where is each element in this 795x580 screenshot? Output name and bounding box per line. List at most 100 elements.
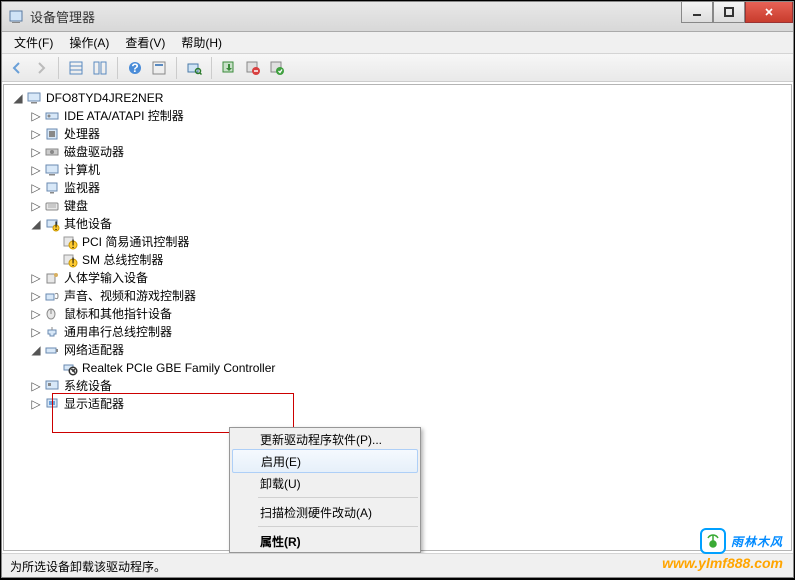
menu-help[interactable]: 帮助(H) [173,32,230,53]
context-menu-properties[interactable]: 属性(R) [230,530,420,552]
collapse-icon[interactable]: ◢ [12,92,24,104]
spacer [48,254,60,266]
tree-item-label: 声音、视频和游戏控制器 [64,287,196,305]
context-menu-update[interactable]: 更新驱动程序软件(P)... [230,428,420,450]
update-driver-button[interactable] [218,57,240,79]
tree-item[interactable]: ! SM 总线控制器 [12,251,791,269]
menu-label: 卸载(U) [260,475,301,492]
tree-item-label: 系统设备 [64,377,112,395]
toolbar-separator [117,57,118,79]
tree-item[interactable]: ▷人体学输入设备 [12,269,791,287]
uninstall-button[interactable] [242,57,264,79]
warning-device-icon: ! [62,252,78,268]
menu-label: 启用(E) [261,453,301,470]
device-category-icon [44,324,60,340]
tree-item-label: 其他设备 [64,215,112,233]
view-list-button[interactable] [65,57,87,79]
tree-item-label: 监视器 [64,179,100,197]
warning-device-icon: ! [62,234,78,250]
tree-item[interactable]: ▷ 磁盘驱动器 [12,143,791,161]
enable-device-button[interactable] [266,57,288,79]
menu-label: 更新驱动程序软件(P)... [260,431,382,448]
menu-separator [258,526,418,527]
device-category-icon [44,108,60,124]
toolbar-separator [211,57,212,79]
tree-item[interactable]: ▷ IDE ATA/ATAPI 控制器 [12,107,791,125]
svg-text:!: ! [71,237,74,250]
expand-icon[interactable]: ▷ [30,146,42,158]
back-button[interactable] [6,57,28,79]
expand-icon[interactable]: ▷ [30,272,42,284]
spacer [48,236,60,248]
expand-icon[interactable]: ▷ [30,182,42,194]
tree-item-label: 键盘 [64,197,88,215]
properties-button[interactable] [148,57,170,79]
tree-item[interactable]: ▷显示适配器 [12,395,791,413]
svg-text:?: ? [131,61,138,75]
forward-button[interactable] [30,57,52,79]
tree-item-label: Realtek PCIe GBE Family Controller [82,359,275,377]
tree-root[interactable]: ◢ DFO8TYD4JRE2NER [12,89,791,107]
tree-item-label: IDE ATA/ATAPI 控制器 [64,107,184,125]
maximize-button[interactable] [713,1,745,23]
svg-text:!: ! [71,255,74,268]
titlebar: 设备管理器 [2,2,793,32]
expand-icon[interactable]: ▷ [30,164,42,176]
tree-item[interactable]: ▷ 键盘 [12,197,791,215]
context-menu-uninstall[interactable]: 卸载(U) [230,472,420,494]
toolbar-separator [58,57,59,79]
context-menu-enable[interactable]: 启用(E) [232,449,418,473]
menubar: 文件(F) 操作(A) 查看(V) 帮助(H) [2,32,793,54]
tree-item-network-device[interactable]: Realtek PCIe GBE Family Controller [12,359,791,377]
app-icon [8,9,24,25]
tree-item[interactable]: ▷ 声音、视频和游戏控制器 [12,287,791,305]
tree-item[interactable]: ▷ 处理器 [12,125,791,143]
device-category-icon [44,198,60,214]
device-category-icon [44,396,60,412]
context-menu-scan[interactable]: 扫描检测硬件改动(A) [230,501,420,523]
scan-hardware-button[interactable] [183,57,205,79]
device-category-icon [44,144,60,160]
tree-item[interactable]: ! PCI 简易通讯控制器 [12,233,791,251]
collapse-icon[interactable]: ◢ [30,218,42,230]
tree-item-label: 处理器 [64,125,100,143]
tree-item-label: 磁盘驱动器 [64,143,124,161]
expand-icon[interactable]: ▷ [30,110,42,122]
help-toolbar-button[interactable]: ? [124,57,146,79]
toolbar: ? [2,54,793,82]
tree-item-label: 通用串行总线控制器 [64,323,172,341]
status-text: 为所选设备卸载该驱动程序。 [10,560,166,574]
menu-label: 属性(R) [260,533,301,550]
collapse-icon[interactable]: ◢ [30,344,42,356]
device-category-icon [44,126,60,142]
tree-item-label: PCI 简易通讯控制器 [82,233,189,251]
menu-file[interactable]: 文件(F) [6,32,61,53]
device-category-icon [44,162,60,178]
tree-item[interactable]: ▷ 系统设备 [12,377,791,395]
expand-icon[interactable]: ▷ [30,380,42,392]
tree-item-other-devices[interactable]: ◢ ! 其他设备 [12,215,791,233]
expand-icon[interactable]: ▷ [30,308,42,320]
expand-icon[interactable]: ▷ [30,200,42,212]
expand-icon[interactable]: ▷ [30,326,42,338]
tree-item[interactable]: ▷ 通用串行总线控制器 [12,323,791,341]
device-category-icon [44,180,60,196]
device-category-icon [44,288,60,304]
device-category-icon [44,378,60,394]
minimize-button[interactable] [681,1,713,23]
expand-icon[interactable]: ▷ [30,290,42,302]
tree-root-label: DFO8TYD4JRE2NER [46,89,163,107]
tree-item[interactable]: ▷ 监视器 [12,179,791,197]
menu-view[interactable]: 查看(V) [117,32,173,53]
expand-icon[interactable]: ▷ [30,128,42,140]
spacer [48,362,60,374]
menu-action[interactable]: 操作(A) [61,32,117,53]
tree-item[interactable]: ▷计算机 [12,161,791,179]
tree-item[interactable]: ▷鼠标和其他指针设备 [12,305,791,323]
view-detail-button[interactable] [89,57,111,79]
device-category-icon [44,270,60,286]
tree-item-network[interactable]: ◢ 网络适配器 [12,341,791,359]
tree-item-label: 网络适配器 [64,341,124,359]
close-button[interactable] [745,1,793,23]
expand-icon[interactable]: ▷ [30,398,42,410]
